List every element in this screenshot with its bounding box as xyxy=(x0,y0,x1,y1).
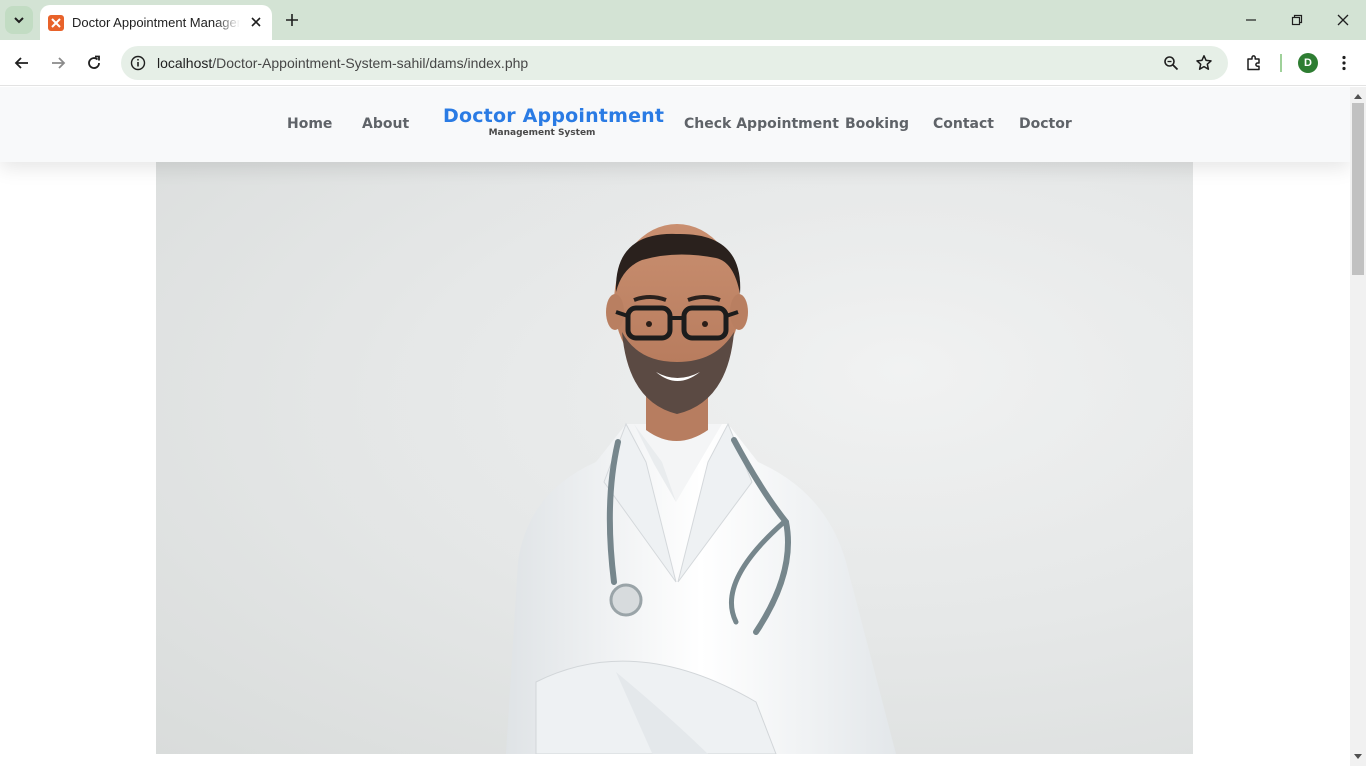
restore-icon xyxy=(1291,14,1303,26)
url-path: /Doctor-Appointment-System-sahil/dams/in… xyxy=(212,55,529,71)
active-tab[interactable]: Doctor Appointment Management System xyxy=(40,5,272,40)
site-brand[interactable]: Doctor Appointment Management System xyxy=(443,105,665,138)
site-info-icon[interactable] xyxy=(129,54,147,72)
browser-menu-button[interactable] xyxy=(1332,51,1356,75)
browser-toolbar: localhost/Doctor-Appointment-System-sahi… xyxy=(0,40,1366,86)
doctor-portrait xyxy=(156,162,1193,754)
more-vertical-icon xyxy=(1342,55,1346,71)
bookmark-star-icon[interactable] xyxy=(1194,53,1214,73)
extensions-button[interactable] xyxy=(1242,51,1266,75)
nav-link-about[interactable]: About xyxy=(362,116,409,132)
nav-link-booking[interactable]: Booking xyxy=(845,116,909,132)
page-viewport: Home About Doctor Appointment Management… xyxy=(0,87,1350,766)
zoom-icon[interactable] xyxy=(1161,53,1181,73)
arrow-right-icon xyxy=(52,57,66,69)
toolbar-divider xyxy=(1280,54,1282,72)
hero-doctor-image xyxy=(156,162,1193,754)
address-bar[interactable]: localhost/Doctor-Appointment-System-sahi… xyxy=(121,46,1228,80)
browser-tabstrip: Doctor Appointment Management System xyxy=(0,0,1366,40)
tab-search-button[interactable] xyxy=(5,6,33,34)
reload-button[interactable] xyxy=(80,49,108,77)
nav-link-doctor[interactable]: Doctor xyxy=(1019,116,1072,132)
url-text[interactable]: localhost/Doctor-Appointment-System-sahi… xyxy=(157,55,528,71)
chevron-down-icon xyxy=(14,17,24,24)
nav-link-contact[interactable]: Contact xyxy=(933,116,994,132)
back-button[interactable] xyxy=(8,49,36,77)
puzzle-icon xyxy=(1247,55,1260,71)
new-tab-button[interactable] xyxy=(281,9,303,31)
scroll-down-icon[interactable] xyxy=(1354,753,1362,761)
restore-button[interactable] xyxy=(1274,0,1320,40)
xampp-favicon-icon xyxy=(48,14,64,31)
minimize-icon xyxy=(1246,19,1256,21)
profile-avatar[interactable]: D xyxy=(1298,53,1318,73)
nav-link-check-appointment[interactable]: Check Appointment xyxy=(684,116,839,132)
arrow-left-icon xyxy=(14,57,28,69)
forward-button[interactable] xyxy=(44,49,72,77)
brand-subtitle: Management System xyxy=(488,128,596,138)
minimize-button[interactable] xyxy=(1228,0,1274,40)
brand-title: Doctor Appointment xyxy=(443,105,665,127)
reload-icon xyxy=(88,55,100,69)
scrollbar-thumb[interactable] xyxy=(1352,103,1364,275)
close-tab-icon[interactable] xyxy=(248,14,264,30)
url-host: localhost xyxy=(157,55,213,71)
scroll-up-icon[interactable] xyxy=(1354,92,1362,100)
nav-link-home[interactable]: Home xyxy=(287,116,332,132)
close-icon xyxy=(1337,14,1349,26)
plus-icon xyxy=(286,14,298,26)
close-window-button[interactable] xyxy=(1320,0,1366,40)
site-navbar: Home About Doctor Appointment Management… xyxy=(0,87,1350,162)
page-scrollbar[interactable] xyxy=(1350,87,1366,766)
tab-title: Doctor Appointment Management System xyxy=(72,15,240,30)
